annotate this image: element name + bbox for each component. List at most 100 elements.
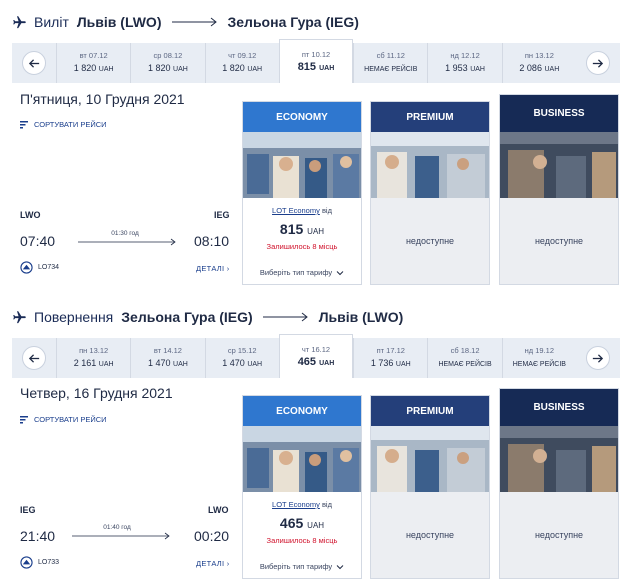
return-date-cell[interactable]: пт 17.12 1 736 UAH bbox=[353, 338, 427, 378]
premium-card-header: PREMIUM bbox=[371, 102, 489, 132]
return-prev-dates-button[interactable] bbox=[22, 346, 46, 370]
outbound-section: Виліт Львів (LWO) Зельона Гура (IEG) вт … bbox=[0, 0, 632, 295]
economy-price: 465 UAH bbox=[243, 515, 361, 531]
business-card-header: BUSINESS bbox=[500, 389, 618, 426]
business-cabin-image bbox=[500, 426, 618, 492]
flight-number-label: LO734 bbox=[38, 264, 60, 271]
return-date-cell[interactable]: нд 19.12 НЕМАЄ РЕЙСІВ bbox=[501, 338, 576, 378]
date-price: НЕМАЄ РЕЙСІВ bbox=[364, 66, 418, 73]
return-economy-card[interactable]: ECONOMY LOT Economy від 465 UAH Залишило… bbox=[242, 395, 362, 579]
long-arrow-icon bbox=[171, 17, 217, 27]
business-cabin-image bbox=[500, 132, 618, 198]
outbound-date-cell[interactable]: нд 12.12 1 953 UAH bbox=[427, 43, 501, 83]
business-title: BUSINESS bbox=[533, 402, 585, 413]
date-price: НЕМАЄ РЕЙСІВ bbox=[512, 361, 566, 368]
price-value: 815 bbox=[279, 221, 304, 237]
economy-seats-left: Залишилось 8 місць bbox=[266, 242, 338, 251]
premium-title: PREMIUM bbox=[406, 405, 454, 417]
arrow-right-icon bbox=[593, 58, 604, 68]
details-label: ДЕТАЛІ bbox=[196, 264, 225, 273]
outbound-next-dates-button[interactable] bbox=[585, 51, 610, 75]
date-label: нд 12.12 bbox=[450, 51, 480, 60]
long-arrow-icon bbox=[262, 312, 308, 322]
return-destination: Львів (LWO) bbox=[318, 309, 404, 325]
date-label: пт 17.12 bbox=[376, 346, 405, 355]
date-price: НЕМАЄ РЕЙСІВ bbox=[438, 361, 492, 368]
date-price: 465 bbox=[297, 355, 317, 368]
return-premium-card: PREMIUM недоступне bbox=[370, 395, 490, 579]
return-date-cell[interactable]: пн 13.12 2 161 UAH bbox=[56, 338, 130, 378]
chevron-down-icon bbox=[336, 564, 344, 569]
return-origin: Зельона Гура (IEG) bbox=[121, 309, 253, 325]
return-next-dates-button[interactable] bbox=[585, 346, 610, 370]
outbound-date-cell[interactable]: чт 09.12 1 820 UAH bbox=[204, 43, 279, 83]
outbound-details-link[interactable]: ДЕТАЛІ › bbox=[196, 264, 230, 273]
date-price: 1 470 bbox=[148, 358, 171, 368]
date-label: вт 07.12 bbox=[79, 51, 108, 60]
return-departure-code: IEG bbox=[20, 505, 36, 515]
economy-fare-info: LOT Economy від bbox=[243, 206, 361, 215]
outbound-arrival-code: IEG bbox=[214, 210, 230, 220]
price-currency: UAH bbox=[307, 227, 325, 236]
date-price: 2 161 bbox=[73, 358, 97, 368]
outbound-sort-button[interactable]: СОРТУВАТИ РЕЙСИ bbox=[20, 120, 107, 129]
outbound-origin: Львів (LWO) bbox=[76, 14, 162, 30]
date-label: пт 10.12 bbox=[301, 49, 331, 59]
duration-arrow-icon bbox=[72, 532, 170, 540]
economy-card-header: ECONOMY bbox=[243, 102, 361, 132]
outbound-date-cell-selected[interactable]: пт 10.12 815 UAH bbox=[278, 39, 354, 83]
duration-arrow-icon bbox=[78, 238, 176, 246]
date-currency: UAH bbox=[319, 359, 335, 367]
return-date-cell[interactable]: сб 18.12 НЕМАЄ РЕЙСІВ bbox=[427, 338, 501, 378]
return-date-cell-selected[interactable]: чт 16.12 465 UAH bbox=[278, 334, 354, 378]
date-label: сб 18.12 bbox=[450, 346, 480, 355]
sort-label: СОРТУВАТИ РЕЙСИ bbox=[34, 120, 107, 129]
return-arrival-code: LWO bbox=[208, 505, 229, 515]
return-date-cell[interactable]: вт 14.12 1 470 UAH bbox=[130, 338, 204, 378]
chevron-down-icon bbox=[336, 270, 344, 275]
economy-choose-fare-button[interactable]: Виберіть тип тарифу bbox=[243, 562, 361, 571]
arrow-right-icon bbox=[593, 353, 604, 363]
outbound-economy-card[interactable]: ECONOMY LOT Economy від 815 UAH Залишило… bbox=[242, 101, 362, 285]
premium-cabin-image bbox=[371, 132, 489, 198]
return-arrival-time: 00:20 bbox=[194, 528, 230, 544]
premium-title: PREMIUM bbox=[406, 111, 454, 123]
return-flight-number: LO733 bbox=[20, 556, 59, 569]
return-details-link[interactable]: ДЕТАЛІ › bbox=[196, 559, 230, 568]
outbound-arrival-time: 08:10 bbox=[194, 233, 230, 249]
economy-fare-link[interactable]: LOT Economy bbox=[272, 500, 320, 509]
date-currency: UAH bbox=[470, 66, 485, 73]
economy-choose-fare-button[interactable]: Виберіть тип тарифу bbox=[243, 268, 361, 277]
return-sort-button[interactable]: СОРТУВАТИ РЕЙСИ bbox=[20, 415, 107, 424]
outbound-day-title: П'ятниця, 10 Грудня 2021 bbox=[20, 91, 185, 107]
choose-fare-label: Виберіть тип тарифу bbox=[259, 562, 333, 571]
details-label: ДЕТАЛІ bbox=[196, 559, 225, 568]
outbound-premium-card: PREMIUM недоступне bbox=[370, 101, 490, 285]
plane-icon bbox=[13, 15, 26, 28]
business-card-header: BUSINESS bbox=[500, 95, 618, 132]
sort-icon bbox=[20, 120, 28, 128]
date-currency: UAH bbox=[247, 66, 263, 73]
outbound-date-cell[interactable]: пн 13.12 2 086 UAH bbox=[501, 43, 576, 83]
date-label: пн 13.12 bbox=[79, 346, 109, 355]
outbound-date-cell[interactable]: вт 07.12 1 820 UAH bbox=[56, 43, 130, 83]
date-currency: UAH bbox=[395, 361, 411, 368]
outbound-date-strip: вт 07.12 1 820 UAH ср 08.12 1 820 UAH чт 0… bbox=[12, 39, 620, 83]
economy-card-header: ECONOMY bbox=[243, 396, 361, 426]
outbound-date-cell[interactable]: сб 11.12 НЕМАЄ РЕЙСІВ bbox=[353, 43, 427, 83]
fare-from-label: від bbox=[321, 206, 332, 215]
return-duration: 01:40 год bbox=[103, 524, 131, 531]
outbound-date-cell[interactable]: ср 08.12 1 820 UAH bbox=[130, 43, 204, 83]
return-date-cell[interactable]: ср 15.12 1 470 UAH bbox=[204, 338, 279, 378]
outbound-route-title: Виліт Львів (LWO) Зельона Гура (IEG) bbox=[12, 12, 359, 32]
economy-fare-link[interactable]: LOT Economy bbox=[272, 206, 320, 215]
outbound-business-card: BUSINESS недоступне bbox=[499, 94, 619, 285]
chevron-right-icon: › bbox=[226, 264, 230, 273]
outbound-prev-dates-button[interactable] bbox=[22, 51, 46, 75]
outbound-label: Виліт bbox=[34, 14, 69, 30]
date-price: 815 bbox=[297, 60, 317, 73]
arrow-left-icon bbox=[28, 58, 39, 68]
business-unavailable: недоступне bbox=[534, 530, 584, 540]
date-currency: UAH bbox=[247, 361, 263, 368]
sort-label: СОРТУВАТИ РЕЙСИ bbox=[34, 415, 107, 424]
